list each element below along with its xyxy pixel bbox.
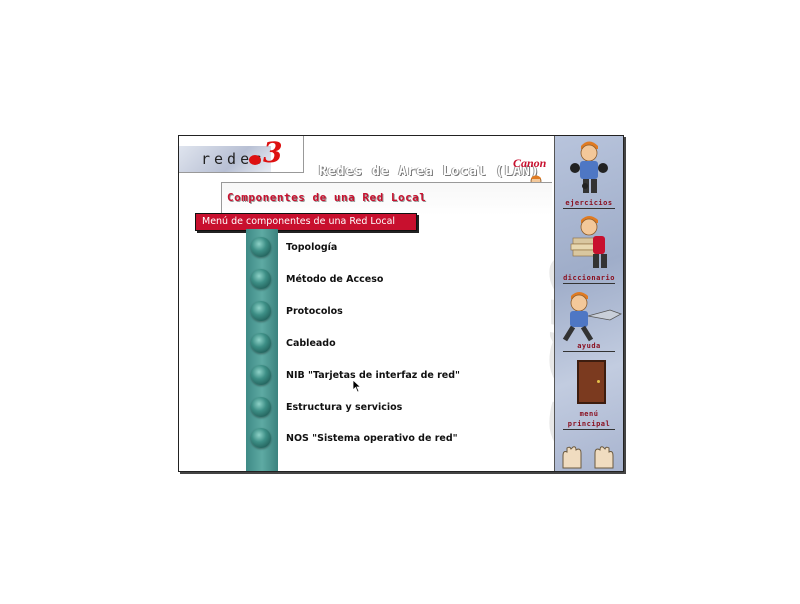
bullet-icon[interactable] [251, 397, 271, 417]
diccionario-label[interactable]: diccionario [563, 274, 615, 284]
menu-item-label[interactable]: Cableado [286, 338, 336, 349]
brand-logo: Canon [513, 156, 547, 170]
menu-item-metodo-acceso[interactable]: Método de Acceso [251, 269, 451, 291]
sidebar: ejercicios diccionario ayuda menú princi… [554, 136, 623, 471]
menu-item-protocolos[interactable]: Protocolos [251, 301, 451, 323]
ejercicios-button[interactable]: ejercicios [555, 136, 623, 209]
bullet-icon[interactable] [251, 301, 271, 321]
ayuda-avatar-icon [562, 292, 622, 342]
menu-header-label: Menú de componentes de una Red Local [202, 216, 396, 227]
ayuda-button[interactable]: ayuda [555, 286, 623, 356]
menu-principal-label-2[interactable]: principal [563, 420, 615, 430]
menu-item-label[interactable]: NIB "Tarjetas de interfaz de red" [286, 370, 460, 381]
bullet-icon[interactable] [251, 333, 271, 353]
app-title: Redes de Area Local (LAN) [319, 164, 540, 179]
divider [179, 172, 304, 173]
menu-item-label[interactable]: Protocolos [286, 306, 343, 317]
door-icon [577, 360, 606, 404]
menu-item-topologia[interactable]: Topología [251, 237, 451, 259]
diccionario-avatar-icon [570, 216, 607, 268]
menu-principal-label-1[interactable]: menú [563, 410, 615, 419]
ejercicios-label[interactable]: ejercicios [563, 199, 615, 209]
cursor-icon [352, 379, 362, 393]
diccionario-button[interactable]: diccionario [555, 212, 623, 284]
menu-item-label[interactable]: Estructura y servicios [286, 402, 402, 413]
page-title: Componentes de una Red Local [227, 191, 427, 204]
logo-number: 3 [263, 136, 283, 169]
bullet-icon[interactable] [251, 428, 271, 448]
door-knob [597, 380, 600, 383]
bullet-icon[interactable] [251, 365, 271, 385]
app-window: can redes 3 Redes de Area Local (LAN) Ca… [178, 135, 624, 472]
menu-item-label[interactable]: Topología [286, 242, 337, 253]
menu-item-estructura[interactable]: Estructura y servicios [251, 397, 451, 419]
hands-icon [562, 446, 614, 469]
divider [303, 136, 304, 173]
logo-splat-icon [249, 155, 261, 165]
menu-item-nib[interactable]: NIB "Tarjetas de interfaz de red" [251, 365, 460, 387]
menu-item-nos[interactable]: NOS "Sistema operativo de red" [251, 428, 458, 450]
menu-item-label[interactable]: Método de Acceso [286, 274, 383, 285]
menu-header-bar: Menú de componentes de una Red Local [195, 213, 417, 231]
menu-principal-button[interactable]: menú principal [555, 354, 623, 430]
logo: redes [179, 146, 271, 173]
bullet-icon[interactable] [251, 269, 271, 289]
ejercicios-avatar-icon [570, 141, 608, 193]
menu-item-label[interactable]: NOS "Sistema operativo de red" [286, 433, 458, 444]
menu-item-cableado[interactable]: Cableado [251, 333, 451, 355]
ayuda-label[interactable]: ayuda [563, 342, 615, 352]
bullet-icon[interactable] [251, 237, 271, 257]
